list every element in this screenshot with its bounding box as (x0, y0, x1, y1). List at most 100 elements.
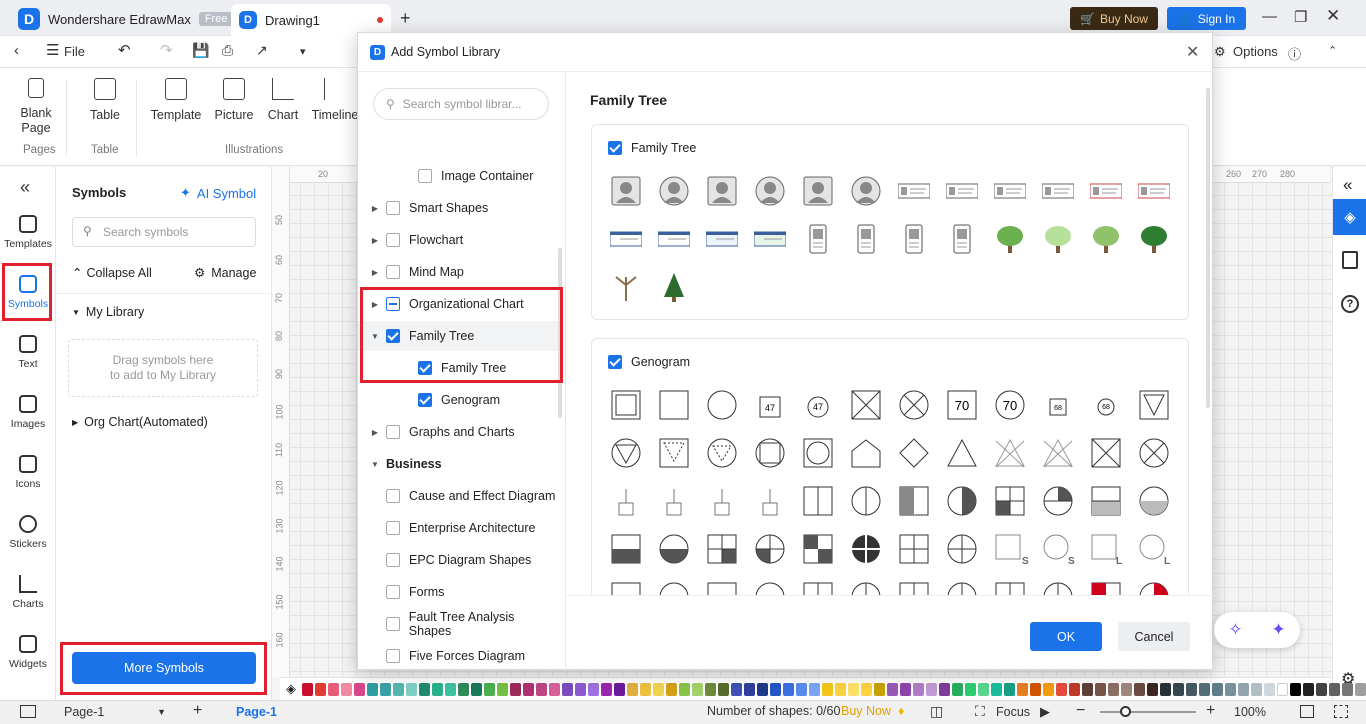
color-swatch[interactable] (874, 682, 885, 696)
genogram-symbol[interactable] (754, 533, 786, 564)
zoom-slider[interactable] (1100, 706, 1196, 717)
nav-text[interactable]: Text (0, 335, 56, 370)
play-icon[interactable]: ▶ (1040, 704, 1050, 720)
caret-right-icon[interactable]: ▶ (368, 268, 382, 277)
genogram-symbol[interactable] (898, 389, 930, 420)
checkbox[interactable] (386, 489, 400, 503)
color-swatch[interactable] (341, 682, 352, 696)
add-page-icon[interactable]: + (193, 702, 202, 720)
family-tree-symbol[interactable] (946, 223, 978, 254)
genogram-symbol[interactable] (754, 485, 786, 516)
color-swatch[interactable] (1199, 682, 1210, 696)
checkbox[interactable] (418, 393, 432, 407)
genogram-symbol[interactable]: 70 (994, 389, 1026, 420)
genogram-symbol[interactable] (994, 581, 1026, 595)
family-tree-symbol[interactable] (705, 223, 739, 253)
caret-down-icon[interactable]: ▼ (368, 460, 382, 469)
checkbox[interactable] (608, 141, 622, 155)
sign-in-button[interactable]: 👤 Sign In (1167, 7, 1246, 30)
options-gear-icon[interactable]: ⚙ (1214, 44, 1226, 60)
print-icon[interactable]: ⎙ (222, 42, 233, 59)
color-swatch[interactable] (640, 682, 651, 696)
collapse-ribbon-icon[interactable]: ⌃ (1328, 44, 1337, 57)
timeline-button[interactable]: Timeline (310, 78, 360, 123)
color-swatch[interactable] (926, 682, 937, 696)
picture-button[interactable]: Picture (212, 78, 256, 123)
nav-widgets[interactable]: Widgets (0, 635, 56, 670)
family-tree-symbol[interactable] (754, 175, 786, 206)
collapse-all-button[interactable]: ⌃ Collapse All (72, 265, 152, 281)
export-icon[interactable]: ↗ (256, 42, 268, 59)
genogram-symbol[interactable] (706, 389, 738, 420)
color-swatch[interactable] (1043, 682, 1054, 696)
color-swatch[interactable] (1290, 682, 1301, 696)
color-swatch[interactable] (705, 682, 716, 696)
nav-templates[interactable]: Templates (0, 215, 56, 250)
family-tree-symbol[interactable] (1089, 175, 1123, 205)
genogram-symbol[interactable] (946, 581, 978, 595)
checkbox[interactable] (386, 233, 400, 247)
color-swatch[interactable] (835, 682, 846, 696)
color-swatch[interactable] (1017, 682, 1028, 696)
family-tree-symbol[interactable] (850, 175, 882, 206)
color-swatch[interactable] (627, 682, 638, 696)
color-swatch[interactable] (354, 682, 365, 696)
color-swatch[interactable] (1238, 682, 1249, 696)
genogram-symbol[interactable]: L (1138, 533, 1170, 567)
color-swatch[interactable] (1173, 682, 1184, 696)
color-swatch[interactable] (1277, 682, 1288, 696)
genogram-symbol[interactable] (658, 533, 690, 564)
family-tree-symbol[interactable] (898, 223, 930, 254)
family-tree-symbol[interactable] (850, 223, 882, 254)
color-swatch[interactable] (562, 682, 573, 696)
genogram-symbol[interactable] (994, 437, 1026, 468)
genogram-symbol[interactable] (610, 389, 642, 420)
genogram-symbol[interactable] (850, 485, 882, 516)
color-swatch[interactable] (549, 682, 560, 696)
color-swatch[interactable] (1329, 682, 1340, 696)
family-tree-symbol[interactable] (658, 175, 690, 206)
page-properties-icon[interactable] (1342, 251, 1358, 269)
checkbox[interactable] (386, 425, 400, 439)
color-swatch[interactable] (653, 682, 664, 696)
genogram-section-toggle[interactable]: Genogram (608, 355, 690, 369)
genogram-symbol[interactable] (850, 437, 882, 468)
nav-charts[interactable]: Charts (0, 575, 56, 610)
ai-sparkle-icon[interactable]: ✦ (1271, 620, 1285, 640)
zoom-slider-handle[interactable] (1120, 706, 1131, 717)
my-library-drop-area[interactable]: Drag symbols here to add to My Library (68, 339, 258, 397)
checkbox[interactable] (386, 585, 400, 599)
color-swatch[interactable] (757, 682, 768, 696)
genogram-symbol[interactable] (1138, 389, 1170, 420)
color-swatch[interactable] (965, 682, 976, 696)
genogram-symbol[interactable]: 70 (946, 389, 978, 420)
genogram-symbol[interactable] (802, 581, 834, 595)
family-tree-symbol[interactable] (994, 223, 1026, 253)
buy-now-button[interactable]: 🛒 Buy Now (1070, 7, 1158, 30)
genogram-symbol[interactable] (1090, 437, 1122, 468)
collapse-panel-icon[interactable]: « (20, 177, 30, 198)
color-swatch[interactable] (744, 682, 755, 696)
org-chart-toggle[interactable]: ▶ Org Chart(Automated) (72, 415, 208, 429)
close-window-icon[interactable]: ✕ (1326, 6, 1340, 26)
tree-item[interactable]: ▶ Flowchart (358, 225, 558, 255)
status-buy-now[interactable]: Buy Now (841, 704, 891, 718)
zoom-out-icon[interactable]: − (1076, 702, 1085, 720)
nav-images[interactable]: Images (0, 395, 56, 430)
genogram-symbol[interactable]: S (994, 533, 1029, 567)
tree-item[interactable]: ▶ Graphs and Charts (358, 417, 558, 447)
color-swatch[interactable] (731, 682, 742, 696)
restore-icon[interactable]: ❐ (1294, 8, 1307, 26)
color-swatch[interactable] (614, 682, 625, 696)
checkbox[interactable] (608, 355, 622, 369)
close-dialog-icon[interactable]: ✕ (1186, 42, 1199, 62)
genogram-symbol[interactable] (658, 485, 690, 516)
genogram-symbol[interactable] (898, 581, 930, 595)
genogram-symbol[interactable] (658, 581, 690, 595)
tree-item[interactable]: Fault Tree Analysis Shapes (358, 609, 558, 639)
color-swatch[interactable] (1082, 682, 1093, 696)
color-swatch[interactable] (991, 682, 1002, 696)
hamburger-icon[interactable]: ☰ (46, 41, 59, 59)
genogram-symbol[interactable] (1138, 437, 1170, 468)
checkbox[interactable] (418, 169, 432, 183)
